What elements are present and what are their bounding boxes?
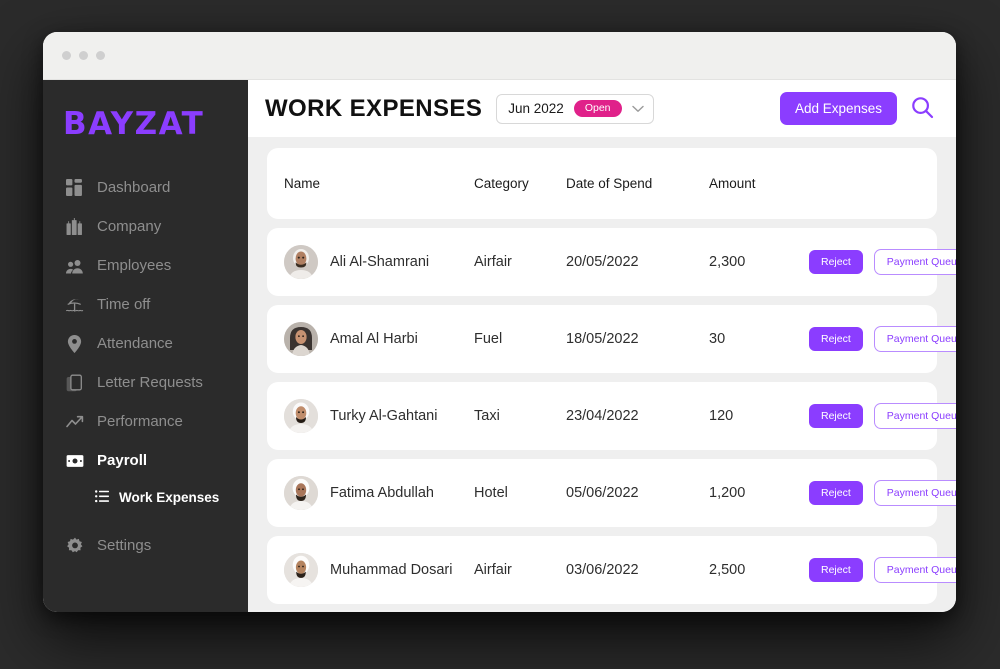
sidebar-item-employees[interactable]: Employees [43, 246, 248, 285]
sidebar-item-dashboard[interactable]: Dashboard [43, 168, 248, 207]
row-amount: 30 [709, 331, 726, 347]
main-content: WORK EXPENSES Jun 2022 Open Add Expenses [248, 80, 956, 612]
page-header: WORK EXPENSES Jun 2022 Open Add Expenses [248, 80, 956, 137]
row-date: 05/06/2022 [566, 485, 639, 501]
window-controls [62, 51, 105, 60]
add-expenses-button[interactable]: Add Expenses [779, 92, 897, 125]
row-name: Ali Al-Shamrani [330, 254, 430, 270]
status-badge: Open [573, 100, 622, 117]
list-icon [95, 490, 109, 504]
document-icon [65, 373, 84, 392]
sidebar-item-label: Dashboard [97, 179, 171, 196]
sidebar-subitem-label: Work Expenses [119, 489, 220, 505]
row-date: 18/05/2022 [566, 331, 639, 347]
dashboard-icon [65, 178, 84, 197]
row-name: Fatima Abdullah [330, 485, 434, 501]
row-date: 23/04/2022 [566, 408, 639, 424]
sidebar-item-label: Attendance [97, 335, 173, 352]
payment-queue-button[interactable]: Payment Queue [873, 248, 956, 276]
row-category: Fuel [474, 331, 503, 347]
sidebar: BAYZAT Dashboard Company Employees Time … [43, 80, 248, 612]
column-header-amount: Amount [709, 175, 756, 191]
payment-queue-button[interactable]: Payment Queue [873, 556, 956, 584]
sidebar-item-label: Performance [97, 413, 183, 430]
table-row[interactable]: Amal Al Harbi Fuel 18/05/2022 30 Reject … [267, 305, 956, 373]
expenses-table: Name Category Date of Spend Amount Ali A… [248, 137, 956, 612]
row-amount: 2,300 [709, 254, 746, 270]
maximize-icon[interactable] [96, 51, 105, 60]
app-body: BAYZAT Dashboard Company Employees Time … [43, 80, 956, 612]
avatar [284, 553, 318, 587]
row-date: 03/06/2022 [566, 562, 639, 578]
sidebar-item-label: Time off [97, 296, 151, 313]
sidebar-item-letter-requests[interactable]: Letter Requests [43, 363, 248, 402]
sidebar-item-label: Settings [97, 537, 152, 554]
sidebar-nav: Dashboard Company Employees Time off Att… [43, 168, 248, 565]
app-window: BAYZAT Dashboard Company Employees Time … [43, 32, 956, 612]
sidebar-item-time-off[interactable]: Time off [43, 285, 248, 324]
search-icon [911, 96, 934, 122]
reject-button[interactable]: Reject [809, 403, 863, 429]
minimize-icon[interactable] [79, 51, 88, 60]
row-category: Airfair [474, 562, 512, 578]
avatar [284, 399, 318, 433]
sidebar-item-payroll[interactable]: Payroll [43, 441, 248, 480]
table-row[interactable]: Fatima Abdullah Hotel 05/06/2022 1,200 R… [267, 459, 956, 527]
table-row[interactable]: Turky Al-Gahtani Taxi 23/04/2022 120 Rej… [267, 382, 956, 450]
period-label: Jun 2022 [508, 101, 564, 116]
sidebar-item-performance[interactable]: Performance [43, 402, 248, 441]
row-name: Muhammad Dosari [330, 562, 453, 578]
column-header-date: Date of Spend [566, 175, 653, 191]
row-date: 20/05/2022 [566, 254, 639, 270]
sidebar-item-label: Letter Requests [97, 374, 203, 391]
sidebar-item-label: Employees [97, 257, 172, 274]
payment-queue-button[interactable]: Payment Queue [873, 479, 956, 507]
row-amount: 2,500 [709, 562, 746, 578]
sidebar-item-label: Company [97, 218, 162, 235]
row-name: Turky Al-Gahtani [330, 408, 438, 424]
row-category: Airfair [474, 254, 512, 270]
page-title: WORK EXPENSES [265, 94, 483, 122]
row-category: Taxi [474, 408, 500, 424]
chevron-down-icon [631, 105, 644, 113]
sidebar-subitem-work-expenses[interactable]: Work Expenses [43, 480, 248, 514]
reject-button[interactable]: Reject [809, 480, 863, 506]
money-icon [65, 451, 84, 470]
period-selector[interactable]: Jun 2022 Open [496, 93, 654, 124]
beach-icon [65, 295, 84, 314]
reject-button[interactable]: Reject [809, 326, 863, 352]
table-header-row: Name Category Date of Spend Amount [267, 148, 937, 219]
trending-icon [65, 412, 84, 431]
avatar [284, 245, 318, 279]
reject-button[interactable]: Reject [809, 557, 863, 583]
close-icon[interactable] [62, 51, 71, 60]
sidebar-item-attendance[interactable]: Attendance [43, 324, 248, 363]
table-row[interactable]: Ali Al-Shamrani Airfair 20/05/2022 2,300… [267, 228, 956, 296]
people-icon [65, 256, 84, 275]
payment-queue-button[interactable]: Payment Queue [873, 402, 956, 430]
sidebar-item-settings[interactable]: Settings [43, 526, 248, 565]
avatar [284, 476, 318, 510]
column-header-name: Name [284, 176, 321, 191]
sidebar-item-label: Payroll [97, 452, 148, 469]
column-header-category: Category [474, 175, 529, 191]
gear-icon [65, 536, 84, 555]
row-category: Hotel [474, 485, 508, 501]
building-icon [65, 217, 84, 236]
row-amount: 120 [709, 408, 734, 424]
avatar [284, 322, 318, 356]
location-icon [65, 334, 84, 353]
table-row[interactable]: Muhammad Dosari Airfair 03/06/2022 2,500… [267, 536, 956, 604]
brand-logo: BAYZAT [63, 106, 205, 142]
row-amount: 1,200 [709, 485, 746, 501]
payment-queue-button[interactable]: Payment Queue [873, 325, 956, 353]
row-name: Amal Al Harbi [330, 331, 418, 347]
reject-button[interactable]: Reject [809, 249, 863, 275]
window-titlebar [43, 32, 956, 80]
sidebar-item-company[interactable]: Company [43, 207, 248, 246]
search-button[interactable] [911, 96, 934, 122]
